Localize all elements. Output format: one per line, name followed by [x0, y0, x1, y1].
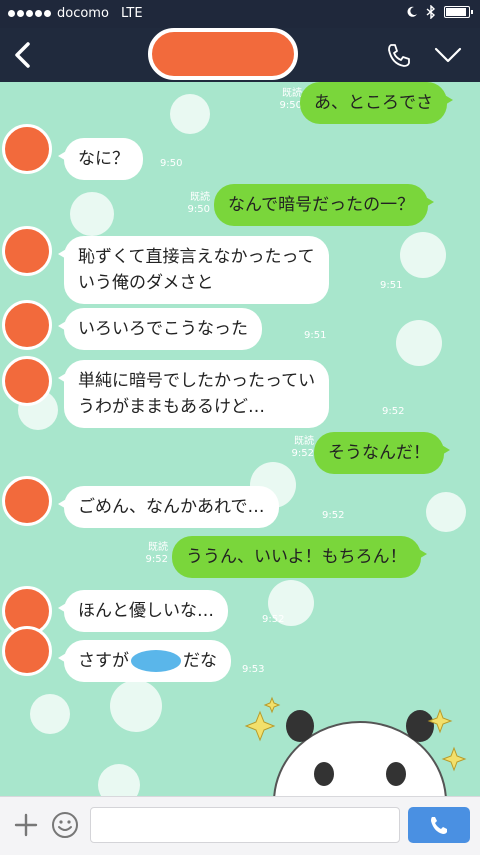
chat-area[interactable]: 既読 9:50 あ、ところでさ なに？ 9:50 既読 9:50 なんで暗号だっ…	[0, 82, 480, 796]
phone-icon	[431, 817, 447, 834]
contact-avatar[interactable]	[2, 124, 52, 174]
message-meta: 9:51	[380, 280, 402, 292]
message-meta: 9:51	[304, 330, 326, 342]
add-attachment-button[interactable]	[12, 811, 40, 839]
message-meta: 既読 9:52	[124, 542, 168, 566]
call-button[interactable]	[384, 40, 414, 70]
battery-level	[446, 8, 466, 16]
message-text: なんで暗号だったの一？	[228, 195, 415, 215]
read-receipt: 既読	[282, 88, 302, 99]
message-text-after: だな	[183, 651, 217, 671]
message-text: さすが	[78, 651, 129, 671]
message-input[interactable]	[90, 807, 400, 843]
network-label: LTE	[120, 6, 143, 21]
message-text: あ、ところでさ	[314, 93, 433, 113]
message-meta: 9:52	[322, 510, 344, 522]
background-decoration	[70, 192, 114, 236]
plus-icon	[14, 813, 38, 837]
message-text: そうなんだ！	[328, 443, 430, 463]
message-text: いろいろでこうなった	[78, 319, 248, 339]
message-meta: 既読 9:50	[166, 192, 210, 216]
status-bar: docomo LTE	[0, 0, 480, 28]
chat-title-redacted	[148, 28, 298, 80]
message-meta: 既読 9:50	[258, 88, 302, 112]
redacted-name	[131, 650, 181, 672]
message-time: 9:50	[160, 158, 183, 169]
panda-sticker-icon	[244, 696, 467, 796]
message-time: 9:53	[242, 664, 265, 675]
back-icon	[15, 42, 30, 68]
message-bubble-incoming[interactable]: なに？	[58, 138, 143, 180]
background-decoration	[396, 320, 442, 366]
message-bubble-outgoing[interactable]: あ、ところでさ	[300, 82, 453, 124]
message-bubble-outgoing[interactable]: そうなんだ！	[314, 432, 450, 474]
message-input-bar	[0, 796, 480, 855]
message-meta: 9:53	[242, 664, 264, 676]
battery-icon	[444, 6, 473, 18]
emoji-button[interactable]	[50, 810, 80, 840]
read-receipt: 既読	[190, 192, 210, 203]
message-time: 9:50	[187, 204, 210, 215]
message-bubble-outgoing[interactable]: なんで暗号だったの一？	[214, 184, 435, 226]
message-meta: 9:52	[382, 406, 404, 418]
background-decoration	[30, 694, 70, 734]
message-time: 9:51	[380, 280, 403, 291]
message-meta: 9:50	[160, 158, 182, 170]
message-bubble-incoming[interactable]: さすが だな	[58, 640, 231, 682]
contact-avatar[interactable]	[2, 226, 52, 276]
phone-icon	[388, 44, 410, 67]
message-time: 9:52	[145, 554, 168, 565]
contact-avatar[interactable]	[2, 356, 52, 406]
voice-call-button[interactable]	[408, 807, 470, 843]
chat-header	[0, 28, 480, 82]
read-receipt: 既読	[294, 436, 314, 447]
message-meta: 既読 9:52	[270, 436, 314, 460]
status-right	[406, 5, 473, 19]
message-time: 9:52	[382, 406, 405, 417]
back-button[interactable]	[8, 36, 38, 74]
menu-button[interactable]	[432, 40, 464, 70]
status-left: docomo LTE	[8, 6, 143, 21]
message-text: ほんと優しいな…	[78, 601, 214, 621]
background-decoration	[110, 680, 162, 732]
contact-avatar[interactable]	[2, 300, 52, 350]
chevron-down-icon	[434, 47, 462, 63]
message-bubble-incoming[interactable]: ごめん、なんかあれで…	[58, 486, 279, 528]
message-text: ううん、いいよ！もちろん！	[186, 547, 407, 567]
moon-icon	[407, 6, 417, 17]
message-time: 9:52	[291, 448, 314, 459]
bluetooth-icon	[426, 5, 436, 19]
message-text-line2: うわがままもあるけど…	[78, 397, 265, 417]
message-time: 9:51	[304, 330, 327, 341]
carrier-label: docomo	[57, 6, 109, 21]
background-decoration	[400, 232, 446, 278]
message-bubble-incoming[interactable]: 単純に暗号でしたかったってい うわがままもあるけど…	[57, 360, 330, 428]
message-text: 恥ずくて直接言えなかったって	[78, 247, 315, 267]
message-time: 9:52	[322, 510, 345, 521]
signal-strength-icon	[8, 10, 51, 17]
message-meta: 9:52	[262, 614, 284, 626]
message-bubble-incoming[interactable]: いろいろでこうなった	[58, 308, 262, 350]
background-decoration	[170, 94, 210, 134]
background-decoration	[426, 492, 466, 532]
smiley-icon	[52, 812, 78, 838]
background-decoration	[98, 764, 140, 796]
contact-avatar[interactable]	[2, 626, 52, 676]
read-receipt: 既読	[148, 542, 168, 553]
message-text: ごめん、なんかあれで…	[78, 497, 265, 517]
message-time: 9:52	[262, 614, 285, 625]
message-bubble-outgoing[interactable]: ううん、いいよ！もちろん！	[172, 536, 427, 578]
contact-avatar[interactable]	[2, 476, 52, 526]
message-text: なに？	[78, 149, 129, 169]
message-time: 9:50	[279, 100, 302, 111]
message-bubble-incoming[interactable]: 恥ずくて直接言えなかったって いう俺のダメさと	[58, 236, 329, 304]
message-text: 単純に暗号でしたかったってい	[78, 371, 316, 391]
message-bubble-incoming[interactable]: ほんと優しいな…	[58, 590, 228, 632]
message-text-line2: いう俺のダメさと	[78, 273, 214, 293]
